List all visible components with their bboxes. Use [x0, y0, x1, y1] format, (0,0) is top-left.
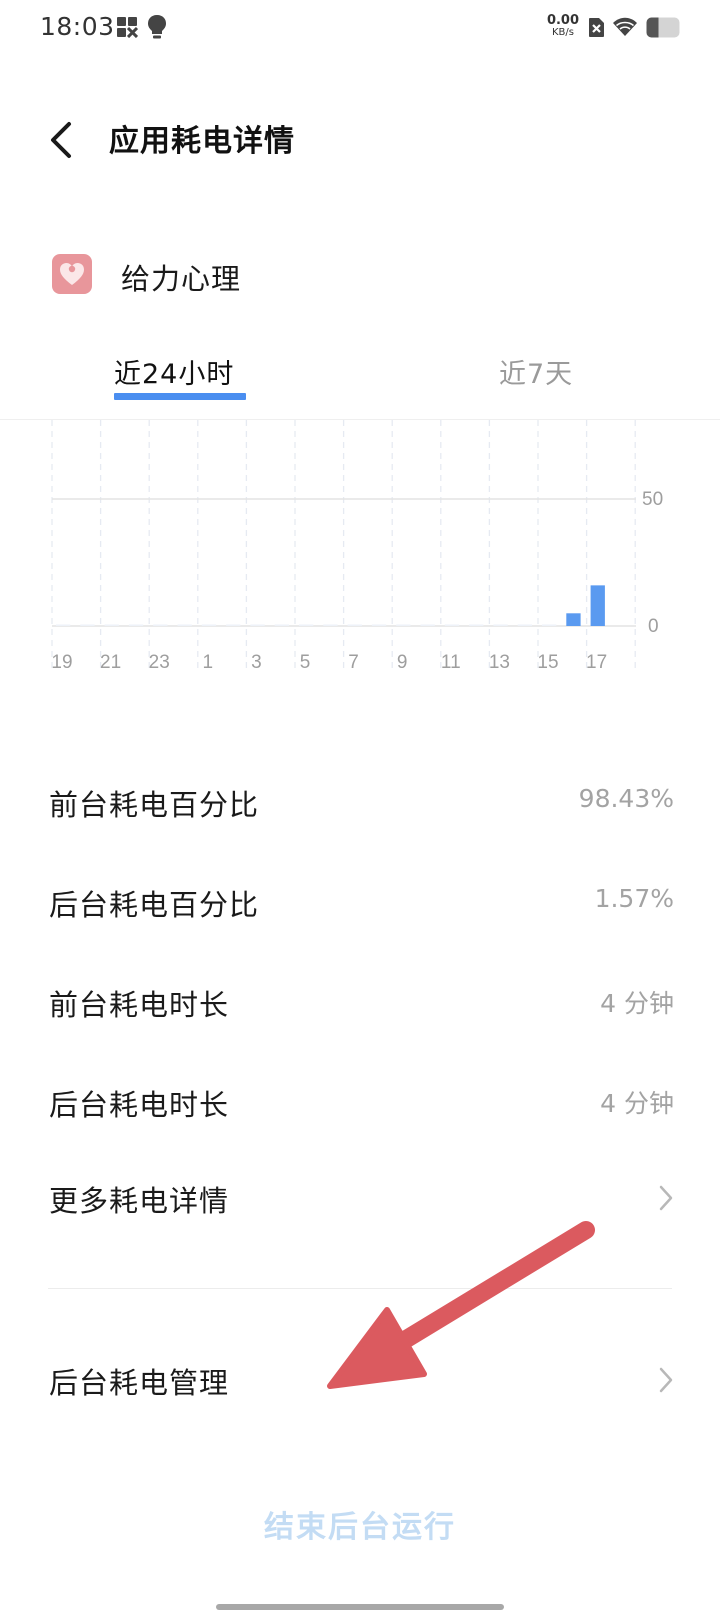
background-duration-row: 后台耗电时长 4 分钟: [0, 1070, 720, 1130]
stat-label: 后台耗电时长: [49, 1088, 230, 1122]
x-tick-label: 1: [203, 652, 214, 673]
chart-bar: [420, 624, 435, 626]
x-tick-label: 3: [251, 652, 262, 673]
more-power-details-row[interactable]: 更多耗电详情: [0, 1166, 720, 1230]
stat-value: 1.57%: [594, 884, 674, 913]
stat-label: 前台耗电时长: [49, 988, 230, 1022]
back-button[interactable]: [44, 118, 80, 162]
chart-bar: [104, 624, 119, 626]
chart-bar: [177, 624, 192, 626]
background-power-management-row[interactable]: 后台耗电管理: [0, 1348, 720, 1412]
chart-bar: [274, 624, 289, 626]
network-speed-value: 0.00: [546, 13, 580, 28]
notification-app-icon: [117, 17, 138, 38]
heart-app-icon: [52, 254, 92, 294]
x-tick-label: 21: [100, 652, 121, 673]
tab-7-days[interactable]: 近7天: [499, 352, 573, 391]
x-tick-label: 7: [348, 652, 359, 673]
chevron-right-icon: [659, 1185, 673, 1211]
stat-value: 98.43%: [578, 784, 674, 813]
x-tick-label: 17: [586, 652, 607, 673]
power-usage-chart: 50 0 19 21 23 1 3 5 7 9 11 13 15 17: [51, 420, 663, 673]
end-background-run-button[interactable]: 结束后台运行: [0, 1502, 720, 1546]
home-indicator: [216, 1604, 504, 1610]
chart-bar: [250, 624, 265, 626]
more-power-details-label: 更多耗电详情: [49, 1184, 230, 1218]
tab-indicator: [114, 393, 246, 400]
chart-bar: [566, 613, 581, 626]
chart-bar: [299, 624, 314, 626]
chevron-right-icon: [659, 1367, 673, 1393]
chart-bar: [396, 624, 411, 626]
app-name: 给力心理: [121, 262, 242, 296]
section-divider: [48, 1288, 672, 1289]
tab-24-hours[interactable]: 近24小时: [114, 352, 234, 391]
chart-bar: [590, 585, 605, 626]
x-tick-label: 15: [537, 652, 558, 673]
page-title: 应用耗电详情: [109, 124, 295, 159]
y-tick-label: 0: [648, 616, 659, 637]
chart-bar: [201, 624, 217, 626]
x-tick-label: 5: [300, 652, 311, 673]
y-tick-label: 50: [642, 489, 663, 510]
status-bar: 18:03 0.00 KB/s: [0, 0, 720, 56]
background-percent-row: 后台耗电百分比 1.57%: [0, 870, 720, 930]
chart-bar: [444, 624, 460, 626]
chart-bar: [517, 624, 532, 626]
x-tick-label: 23: [149, 652, 170, 673]
stat-label: 后台耗电百分比: [49, 888, 260, 922]
foreground-percent-row: 前台耗电百分比 98.43%: [0, 770, 720, 830]
network-speed-unit: KB/s: [552, 27, 574, 38]
x-tick-label: 13: [489, 652, 510, 673]
wifi-icon: [613, 17, 637, 36]
chart-bar: [347, 624, 362, 626]
stat-value: 4 分钟: [600, 1089, 674, 1118]
chevron-left-icon: [51, 122, 71, 158]
battery-icon: [646, 17, 680, 38]
chart-bar: [542, 624, 557, 626]
background-power-management-label: 后台耗电管理: [49, 1366, 230, 1400]
chart-bar: [128, 624, 144, 626]
no-sim-icon: [589, 18, 604, 37]
x-tick-label: 11: [441, 652, 461, 673]
chart-bar: [226, 624, 241, 626]
stat-value: 4 分钟: [600, 989, 674, 1018]
chart-bar: [153, 624, 168, 626]
chart-bar: [56, 624, 71, 626]
chart-bar: [323, 624, 338, 626]
network-speed: 0.00 KB/s: [545, 14, 581, 38]
chart-bar: [80, 624, 95, 626]
status-time: 18:03: [40, 12, 115, 41]
x-tick-label: 19: [51, 652, 72, 673]
stat-label: 前台耗电百分比: [49, 788, 260, 822]
chart-bar: [371, 624, 387, 626]
x-tick-label: 9: [397, 652, 408, 673]
chart-bar: [469, 624, 484, 626]
chart-bar: [493, 624, 508, 626]
lightbulb-icon: [148, 15, 166, 39]
foreground-duration-row: 前台耗电时长 4 分钟: [0, 970, 720, 1030]
